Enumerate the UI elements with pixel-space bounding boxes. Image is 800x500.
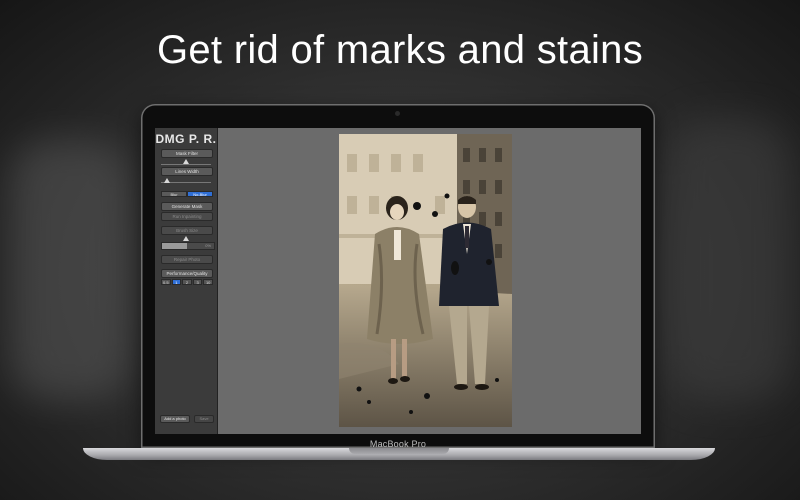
laptop-base (83, 448, 715, 460)
background-blur-left (10, 140, 130, 400)
lines-width-button[interactable]: Lines Width (161, 167, 213, 176)
repair-photo-button[interactable]: Repair Photo (161, 255, 213, 264)
app-title: DMG P. R. (155, 132, 217, 146)
perf-option-0-5[interactable]: 0.5 (161, 279, 171, 285)
progress-tag: 0% (205, 243, 211, 248)
blur-option[interactable]: Blur (161, 191, 187, 197)
headline: Get rid of marks and stains (156, 28, 644, 72)
generate-mask-button[interactable]: Generate Mask (161, 202, 213, 211)
perf-option-2[interactable]: 2 (182, 279, 192, 285)
add-photo-button[interactable]: Add a photo (160, 415, 190, 423)
run-inpainting-button[interactable]: Run Inpainting (161, 212, 213, 221)
control-sidebar: DMG P. R. Mask Filter Lines Width Blur N… (155, 128, 218, 434)
inpaint-progress: 0% (161, 242, 215, 250)
performance-quality-button[interactable]: Performance/Quality (161, 269, 213, 278)
performance-quality-control: 0.5 1 2 3 10 (161, 279, 213, 285)
lines-width-slider-knob[interactable] (164, 178, 170, 183)
no-blur-option[interactable]: No-Blur (187, 191, 213, 197)
mask-filter-button[interactable]: Mask Filter (161, 149, 213, 158)
blur-segmented-control: Blur No-Blur (161, 191, 213, 197)
brush-size-button[interactable]: Brush Size (161, 226, 213, 235)
perf-option-10[interactable]: 10 (203, 279, 213, 285)
laptop-notch (349, 448, 449, 454)
app-window: DMG P. R. Mask Filter Lines Width Blur N… (155, 128, 641, 434)
save-button[interactable]: Save (194, 415, 214, 423)
progress-fill (162, 243, 187, 249)
perf-option-3[interactable]: 3 (192, 279, 203, 285)
laptop-lid: DMG P. R. Mask Filter Lines Width Blur N… (141, 104, 655, 449)
perf-option-1[interactable]: 1 (171, 279, 182, 285)
camera-icon (395, 111, 400, 116)
mask-filter-slider[interactable] (161, 164, 211, 165)
photo-canvas[interactable] (339, 134, 512, 427)
background-blur-right (670, 120, 790, 400)
vintage-street-photo (339, 134, 512, 427)
brush-size-slider-knob[interactable] (183, 236, 189, 241)
